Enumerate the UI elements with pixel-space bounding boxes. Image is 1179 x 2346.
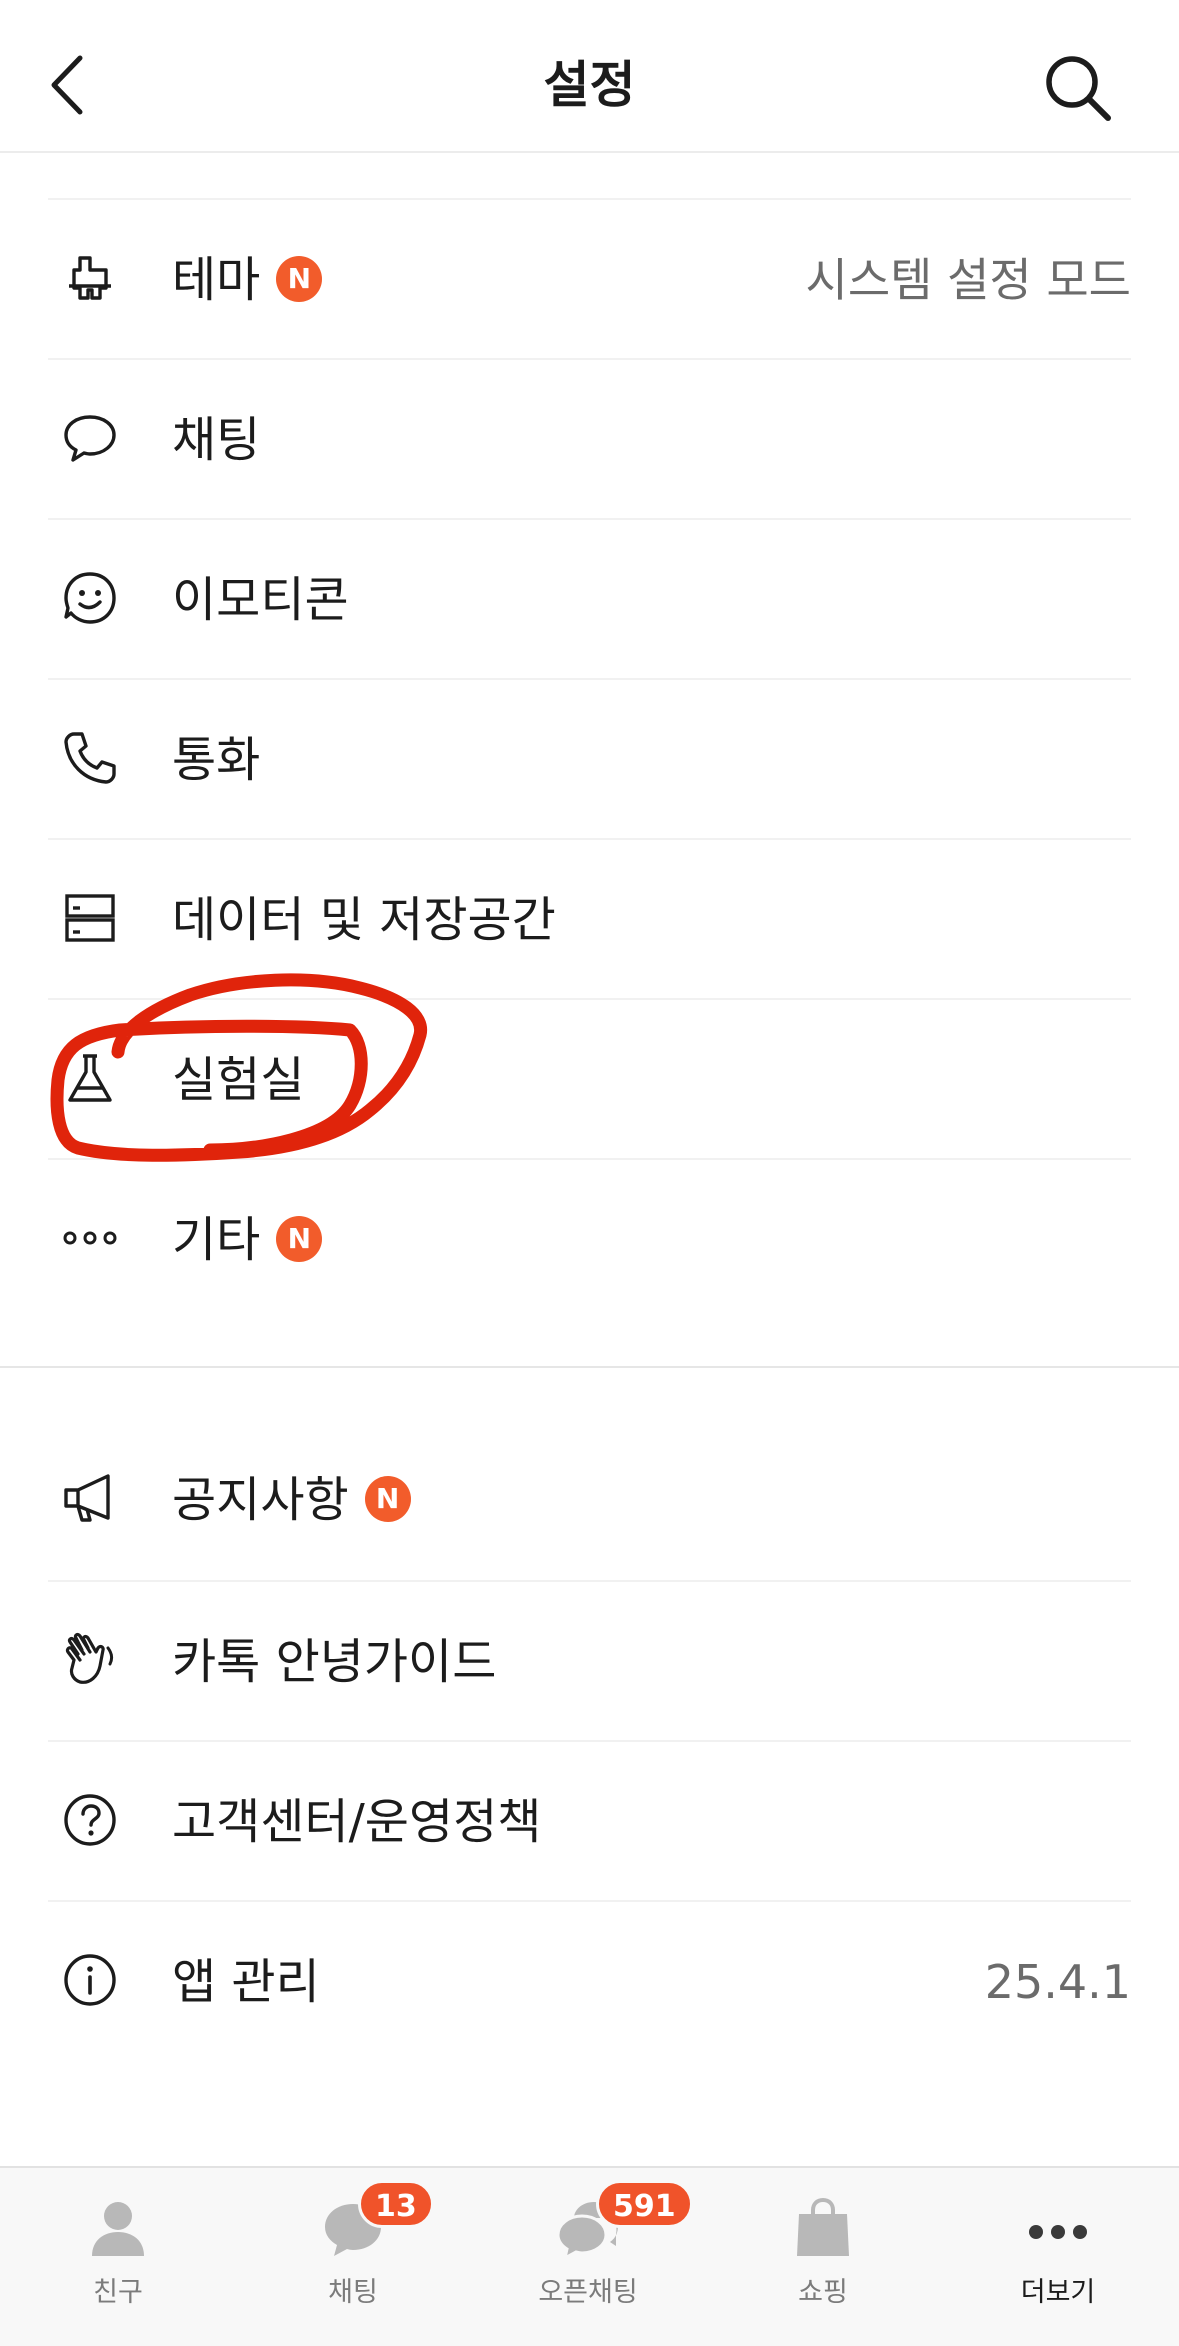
new-badge: N	[364, 1476, 411, 1522]
bottom-tab-bar: 친구 13 채팅 591 오픈채팅 쇼핑 더보기	[0, 2166, 1179, 2346]
row-label: 통화	[172, 732, 261, 788]
theme-value: 시스템 설정 모드	[805, 253, 1131, 307]
settings-screen: 설정 테마 N 시스템 설정 모드 채팅 이모티콘 통화 데이터 및 저장공간 …	[0, 0, 1179, 2346]
speech-bubble-icon	[60, 408, 120, 468]
app-version: 25.4.1	[984, 1955, 1131, 2009]
row-label: 공지사항	[172, 1472, 349, 1528]
row-label: 채팅	[172, 412, 261, 468]
tab-label: 더보기	[1020, 2277, 1096, 2308]
settings-row-call[interactable]: 통화	[48, 678, 1131, 838]
smiley-icon	[60, 568, 120, 628]
settings-row-lab[interactable]: 실험실	[48, 998, 1131, 1158]
waving-hand-icon	[60, 1630, 120, 1690]
settings-row-notice[interactable]: 공지사항 N	[48, 1420, 1131, 1580]
tab-label: 채팅	[328, 2277, 378, 2308]
tab-label: 친구	[93, 2277, 143, 2308]
phone-icon	[60, 728, 120, 788]
person-icon	[92, 2202, 144, 2256]
tab-open-chat[interactable]: 591 오픈채팅	[488, 2168, 693, 2346]
new-badge: N	[276, 256, 323, 302]
page-title: 설정	[543, 56, 636, 114]
settings-row-guide[interactable]: 카톡 안녕가이드	[48, 1580, 1131, 1740]
row-label: 카톡 안녕가이드	[172, 1634, 497, 1690]
tab-chats[interactable]: 13 채팅	[253, 2168, 453, 2346]
row-label: 앱 관리	[172, 1954, 320, 2010]
search-button[interactable]	[1042, 52, 1114, 124]
shopping-bag-icon	[797, 2197, 849, 2256]
row-label: 데이터 및 저장공간	[172, 892, 556, 948]
megaphone-icon	[60, 1468, 120, 1528]
new-badge: N	[276, 1216, 323, 1262]
more-dots-icon	[60, 1208, 120, 1268]
header: 설정	[0, 0, 1179, 153]
search-icon	[1046, 56, 1111, 121]
settings-row-data[interactable]: 데이터 및 저장공간	[48, 838, 1131, 998]
row-label: 이모티콘	[172, 572, 349, 628]
tab-more[interactable]: 더보기	[958, 2168, 1158, 2346]
settings-row-chat[interactable]: 채팅	[48, 358, 1131, 518]
settings-row-theme[interactable]: 테마 N 시스템 설정 모드	[48, 198, 1131, 358]
settings-row-emoticon[interactable]: 이모티콘	[48, 518, 1131, 678]
question-circle-icon	[60, 1790, 120, 1850]
flask-icon	[60, 1048, 120, 1108]
tab-friends[interactable]: 친구	[18, 2168, 218, 2346]
section-divider	[0, 1366, 1179, 1368]
info-circle-icon	[60, 1950, 120, 2010]
tab-shopping[interactable]: 쇼핑	[723, 2168, 923, 2346]
row-label: 테마	[172, 252, 261, 308]
more-icon	[1029, 2225, 1087, 2239]
settings-row-app[interactable]: 앱 관리 25.4.1	[48, 1900, 1131, 2060]
settings-row-etc[interactable]: 기타 N	[48, 1158, 1131, 1318]
storage-icon	[60, 888, 120, 948]
row-label: 고객센터/운영정책	[172, 1794, 542, 1850]
tab-label: 쇼핑	[798, 2277, 848, 2308]
unread-count-badge: 591	[596, 2180, 693, 2228]
brush-icon	[60, 248, 120, 308]
tab-label: 오픈채팅	[538, 2277, 638, 2308]
unread-count-badge: 13	[358, 2180, 434, 2228]
row-label: 실험실	[172, 1052, 305, 1108]
row-label: 기타	[172, 1212, 261, 1268]
settings-row-support[interactable]: 고객센터/운영정책	[48, 1740, 1131, 1900]
